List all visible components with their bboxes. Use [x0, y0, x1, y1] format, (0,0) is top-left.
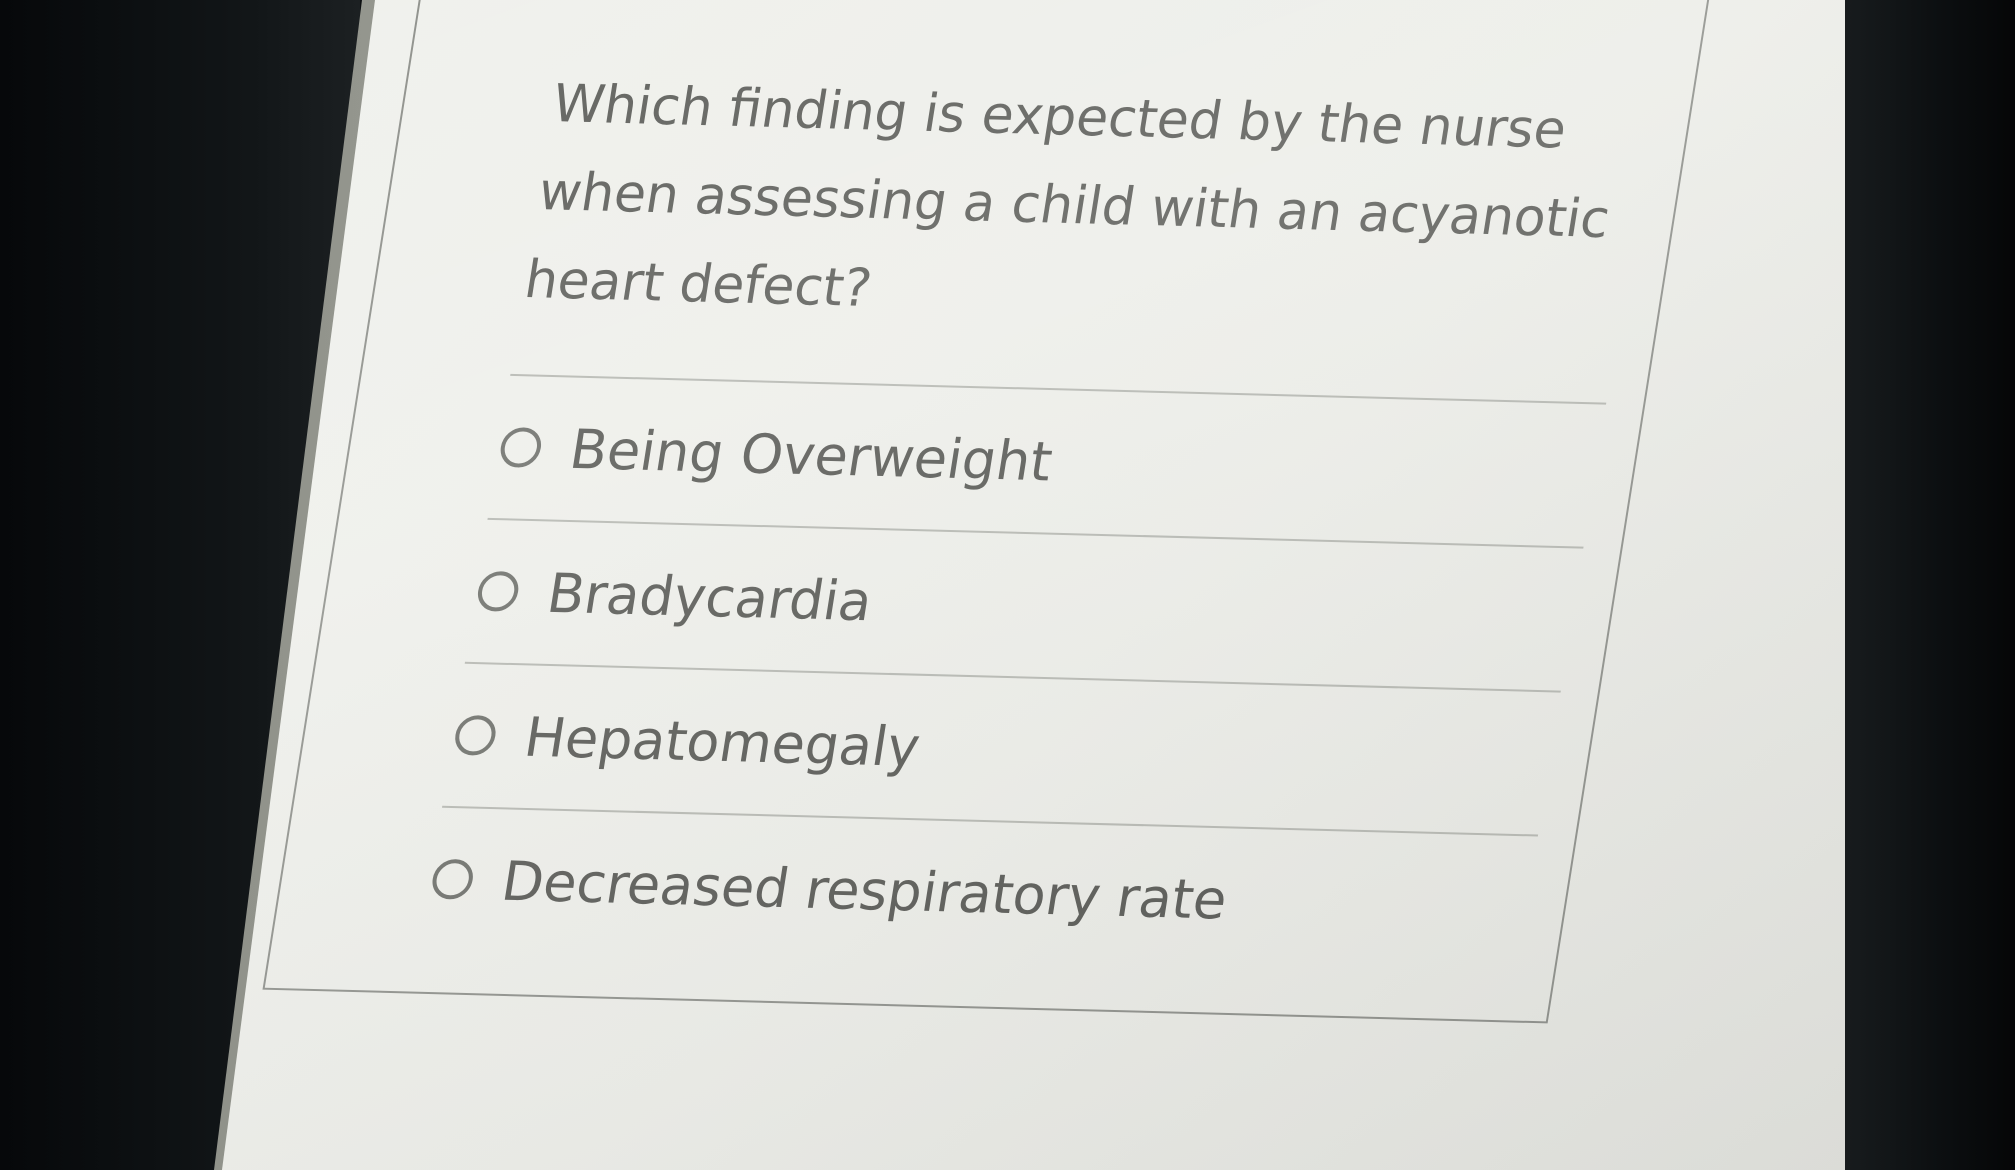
radio-button-icon[interactable] — [429, 858, 476, 900]
question-content: Which finding is expected by the nurse w… — [420, 60, 1676, 979]
option-label: Being Overweight — [565, 417, 1057, 493]
radio-button-icon[interactable] — [452, 714, 499, 756]
radio-button-icon[interactable] — [475, 570, 522, 612]
option-decreased-respiratory-rate[interactable]: Decreased respiratory rate — [420, 808, 1558, 979]
radio-button-icon[interactable] — [497, 426, 544, 468]
background-right — [1825, 0, 2015, 1170]
question-text: Which finding is expected by the nurse w… — [520, 73, 1614, 319]
option-label: Decreased respiratory rate — [497, 849, 1232, 932]
option-label: Bradycardia — [542, 561, 877, 633]
option-label: Hepatomegaly — [520, 705, 925, 779]
answer-options: Being Overweight Bradycardia Hepatomegal… — [420, 373, 1627, 979]
